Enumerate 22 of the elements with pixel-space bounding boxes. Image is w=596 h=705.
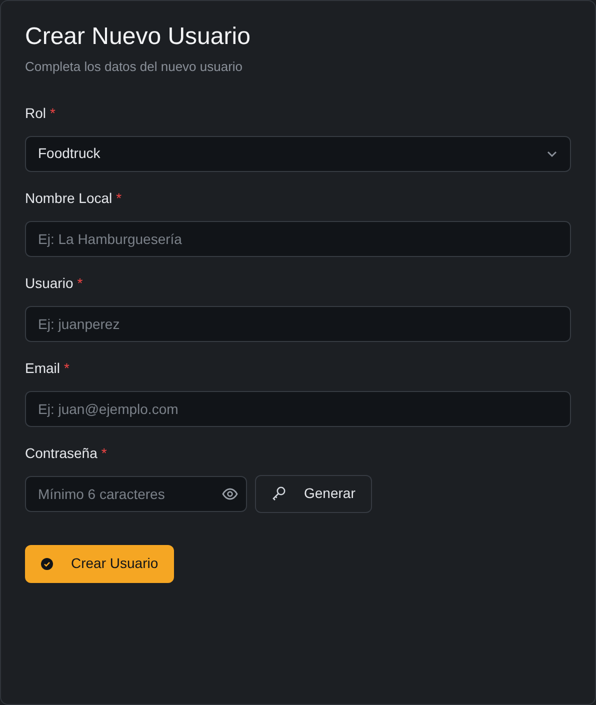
eye-icon[interactable] <box>222 488 238 500</box>
required-mark: * <box>64 358 70 378</box>
field-label: Nombre Local <box>25 188 112 208</box>
input-field[interactable]: Ej: juanperez <box>25 306 571 342</box>
input-field[interactable]: Ej: juan@ejemplo.com <box>25 390 571 426</box>
field-label: Email <box>25 358 60 378</box>
field-label: Rol <box>25 104 46 122</box>
form-title: Crear Nuevo Usuario <box>25 22 252 52</box>
field-label: Usuario <box>25 274 74 292</box>
password-field[interactable]: Mínimo 6 caracteres <box>25 476 247 512</box>
required-mark: * <box>116 188 122 208</box>
role-select[interactable]: Foodtruck <box>25 136 571 172</box>
check-circle-icon <box>41 558 53 570</box>
generate-button[interactable]: Generar <box>255 474 372 512</box>
key-icon <box>272 486 286 501</box>
required-mark: * <box>101 444 107 462</box>
input-field[interactable]: Ej: La Hamburguesería <box>25 220 571 256</box>
required-mark: * <box>77 274 83 292</box>
field-label: Contraseña <box>25 444 98 462</box>
form-subtitle: Completa los datos del nuevo usuario <box>25 58 244 76</box>
create-user-button[interactable]: Crear Usuario <box>25 544 174 582</box>
required-mark: * <box>50 104 56 122</box>
